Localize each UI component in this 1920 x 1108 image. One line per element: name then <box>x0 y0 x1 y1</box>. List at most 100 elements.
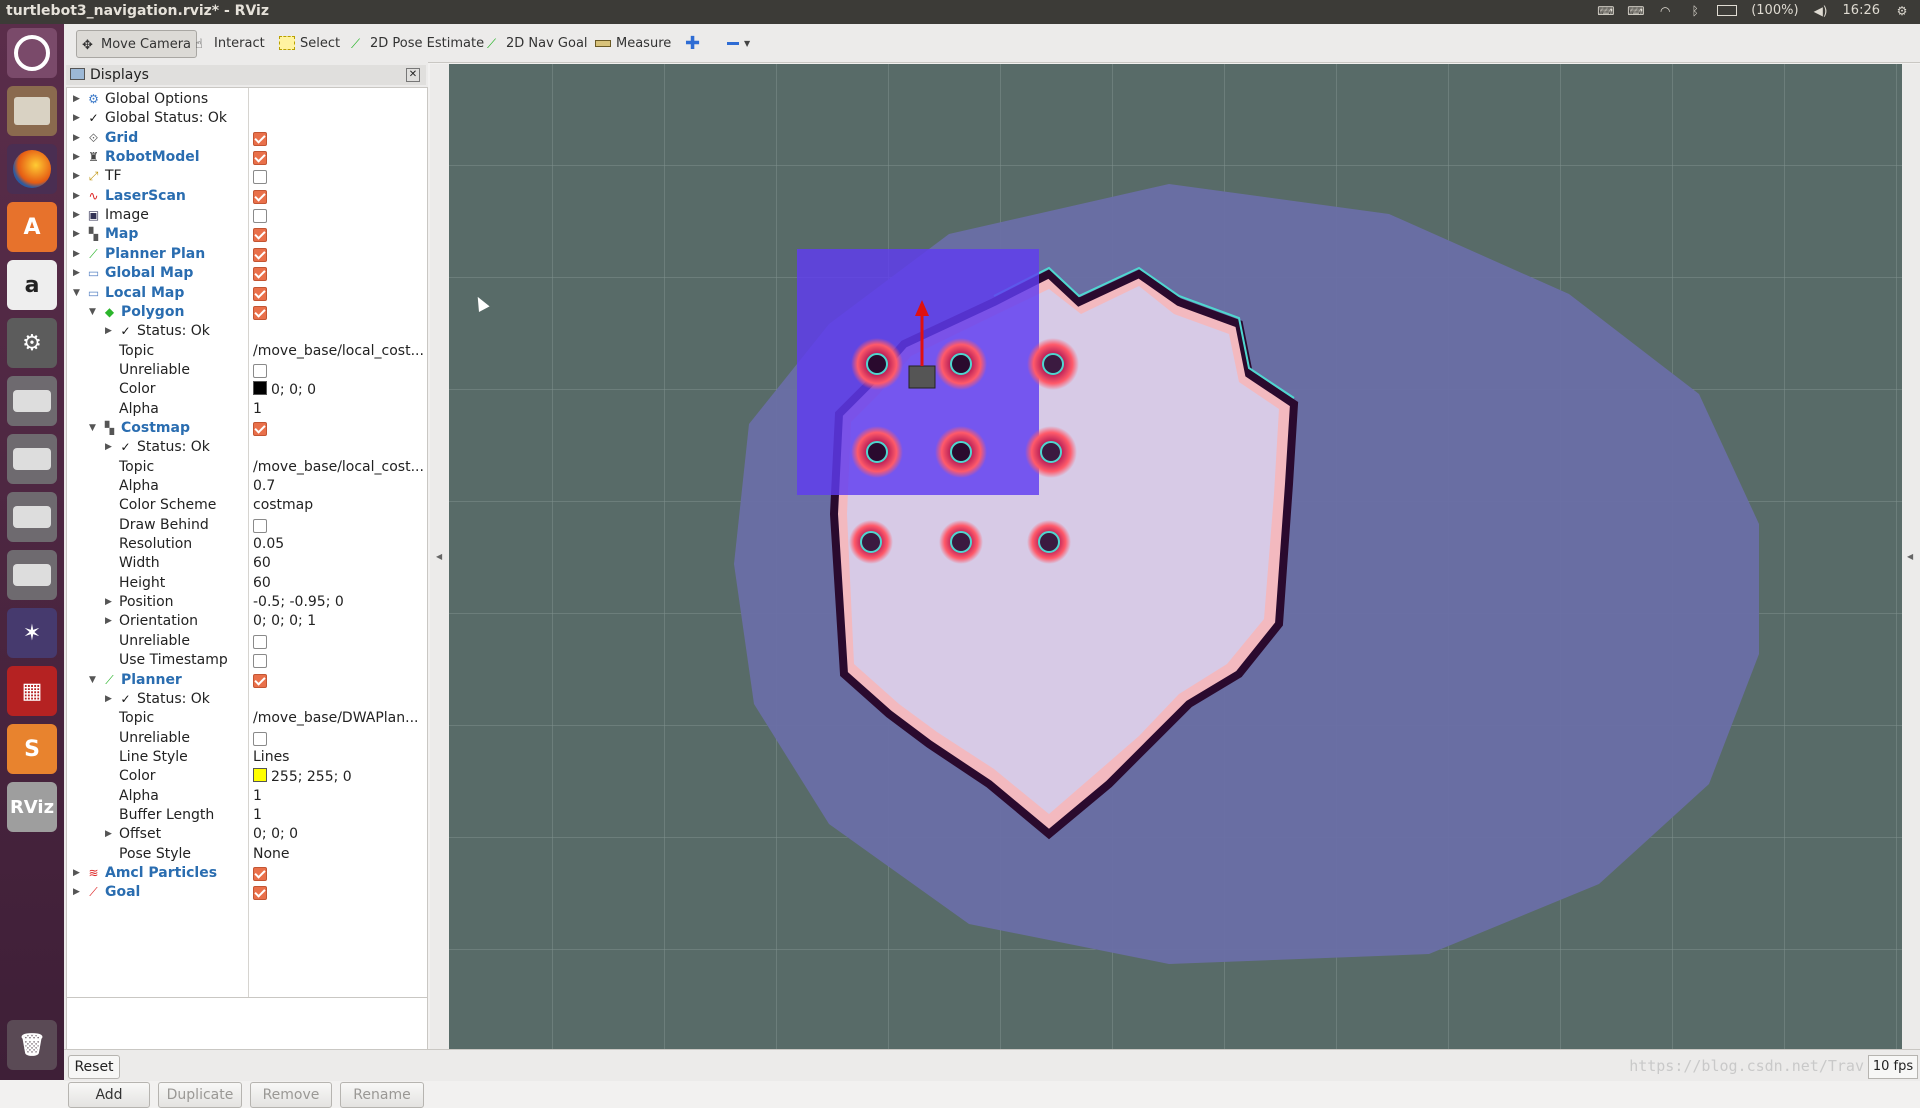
expand-right-icon[interactable]: ▶ <box>73 109 85 128</box>
enable-checkbox[interactable] <box>253 228 267 243</box>
wifi-icon[interactable]: ◠ <box>1657 4 1673 18</box>
close-icon[interactable]: ✕ <box>406 68 420 82</box>
expand-right-icon[interactable]: ▶ <box>105 593 117 612</box>
property-value[interactable]: 1 <box>253 401 262 417</box>
property-value[interactable]: Lines <box>253 749 289 765</box>
bluetooth-icon[interactable]: ᛒ <box>1687 4 1703 18</box>
enable-checkbox[interactable] <box>253 518 267 533</box>
tree-row[interactable]: ▶ Position -0.5; -0.95; 0 <box>67 593 427 612</box>
expand-right-icon[interactable]: ▶ <box>73 167 85 186</box>
volume-icon[interactable]: ◀) <box>1813 4 1829 18</box>
tree-row[interactable]: Color 0; 0; 0 <box>67 380 427 399</box>
expand-down-icon[interactable]: ▼ <box>89 419 101 438</box>
drive-icon[interactable] <box>7 434 57 484</box>
sublime-text-icon[interactable]: S <box>7 724 57 774</box>
tree-row[interactable]: Alpha 0.7 <box>67 477 427 496</box>
select-tool[interactable]: Select <box>274 30 345 56</box>
software-center-icon[interactable]: A <box>7 202 57 252</box>
tree-row[interactable]: ▶ ⟐ Grid <box>67 129 427 148</box>
reset-button[interactable]: Reset <box>68 1055 120 1079</box>
tree-row[interactable]: ▶ ⚙ Global Options <box>67 90 427 109</box>
tree-row[interactable]: ▶ ▣ Image <box>67 206 427 225</box>
rename-button[interactable]: Rename <box>340 1082 424 1108</box>
property-value[interactable]: -0.5; -0.95; 0 <box>253 594 344 610</box>
enable-checkbox[interactable] <box>253 247 267 262</box>
power-gear-icon[interactable]: ⚙ <box>1894 4 1910 18</box>
displays-tree[interactable]: ▶ ⚙ Global Options ▶ ✓ Global Status: Ok ▶ ⟐ Gri… <box>66 87 428 999</box>
property-value[interactable]: 1 <box>253 807 262 823</box>
drive-icon[interactable] <box>7 492 57 542</box>
move-camera-tool[interactable]: ✥ Move Camera <box>76 30 198 58</box>
enable-checkbox[interactable] <box>253 731 267 746</box>
right-collapse-bar[interactable]: ◀ <box>1902 64 1920 1049</box>
tree-row[interactable]: ▶ ♜ RobotModel <box>67 148 427 167</box>
tree-row[interactable]: Resolution 0.05 <box>67 535 427 554</box>
property-value[interactable]: 0.7 <box>253 478 275 494</box>
expand-right-icon[interactable]: ▶ <box>73 264 85 283</box>
property-value[interactable]: 1 <box>253 788 262 804</box>
expand-down-icon[interactable]: ▼ <box>89 671 101 690</box>
enable-checkbox[interactable] <box>253 654 267 669</box>
pose-estimate-tool[interactable]: ⟋ 2D Pose Estimate <box>346 30 489 56</box>
expand-right-icon[interactable]: ▶ <box>105 322 117 341</box>
tree-row[interactable]: Use Timestamp <box>67 651 427 670</box>
property-value[interactable]: None <box>253 846 290 862</box>
property-value[interactable]: 60 <box>253 575 271 591</box>
tree-row[interactable]: Alpha 1 <box>67 400 427 419</box>
tree-row[interactable]: Topic/move_base/local_cost... <box>67 342 427 361</box>
tree-row[interactable]: ▶ ✓ Status: Ok <box>67 438 427 457</box>
enable-checkbox[interactable] <box>253 634 267 649</box>
tree-row[interactable]: Unreliable <box>67 361 427 380</box>
tree-row[interactable]: ▶ Orientation 0; 0; 0; 1 <box>67 612 427 631</box>
expand-down-icon[interactable]: ▼ <box>89 303 101 322</box>
tree-row[interactable]: Buffer Length 1 <box>67 806 427 825</box>
tree-row[interactable]: Pose Style None <box>67 845 427 864</box>
property-value[interactable]: 0.05 <box>253 536 284 552</box>
tree-row[interactable]: ▶ ∿ LaserScan <box>67 187 427 206</box>
clock[interactable]: 16:26 <box>1843 3 1880 18</box>
atom-icon[interactable]: ✶ <box>7 608 57 658</box>
enable-checkbox[interactable] <box>253 286 267 301</box>
tree-row[interactable]: Color Scheme costmap <box>67 496 427 515</box>
tree-row[interactable]: ▶ ⟋ Planner Plan <box>67 245 427 264</box>
enable-checkbox[interactable] <box>253 886 267 901</box>
remove-tool-button[interactable]: ▼ <box>722 30 755 56</box>
property-value[interactable]: 60 <box>253 555 271 571</box>
tree-row[interactable]: Alpha 1 <box>67 787 427 806</box>
tree-row[interactable]: ▶ ✓ Status: Ok <box>67 322 427 341</box>
property-value[interactable]: /move_base/local_cost... <box>253 343 424 359</box>
property-value[interactable]: 255; 255; 0 <box>253 768 352 785</box>
trash-icon[interactable]: 🗑 <box>7 1020 57 1070</box>
tree-row[interactable]: ▶ ▚ Map <box>67 225 427 244</box>
enable-checkbox[interactable] <box>253 673 267 688</box>
battery-icon[interactable] <box>1717 5 1738 16</box>
expand-right-icon[interactable]: ▶ <box>73 883 85 902</box>
tree-row[interactable]: ▼ ▚ Costmap <box>67 419 427 438</box>
tree-row[interactable]: Unreliable <box>67 729 427 748</box>
expand-right-icon[interactable]: ▶ <box>73 90 85 109</box>
add-tool-button[interactable]: ✚ <box>680 30 705 56</box>
expand-right-icon[interactable]: ▶ <box>73 245 85 264</box>
enable-checkbox[interactable] <box>253 131 267 146</box>
enable-checkbox[interactable] <box>253 189 267 204</box>
keyboard-icon[interactable]: ⌨ <box>1597 4 1614 18</box>
amazon-icon[interactable]: a <box>7 260 57 310</box>
tree-row[interactable]: Topic/move_base/DWAPlan... <box>67 709 427 728</box>
rviz-icon[interactable]: RViz <box>7 782 57 832</box>
expand-down-icon[interactable]: ▼ <box>73 284 85 303</box>
enable-checkbox[interactable] <box>253 363 267 378</box>
expand-right-icon[interactable]: ▶ <box>105 825 117 844</box>
expand-right-icon[interactable]: ▶ <box>73 129 85 148</box>
property-value[interactable]: 0; 0; 0 <box>253 381 316 398</box>
tree-row[interactable]: Topic/move_base/local_cost... <box>67 458 427 477</box>
collapse-left-icon[interactable]: ◀ <box>436 552 442 561</box>
tree-row[interactable]: ▶ ⤢ TF <box>67 167 427 186</box>
terminal-icon[interactable]: ▦ <box>7 666 57 716</box>
expand-right-icon[interactable]: ▶ <box>73 187 85 206</box>
drive-icon[interactable] <box>7 550 57 600</box>
tree-row[interactable]: ▼ ⟋ Planner <box>67 671 427 690</box>
enable-checkbox[interactable] <box>253 151 267 166</box>
keyboard-layout-icon[interactable]: ⌨ <box>1627 4 1644 18</box>
tree-row[interactable]: Unreliable <box>67 632 427 651</box>
tree-row[interactable]: Width 60 <box>67 554 427 573</box>
